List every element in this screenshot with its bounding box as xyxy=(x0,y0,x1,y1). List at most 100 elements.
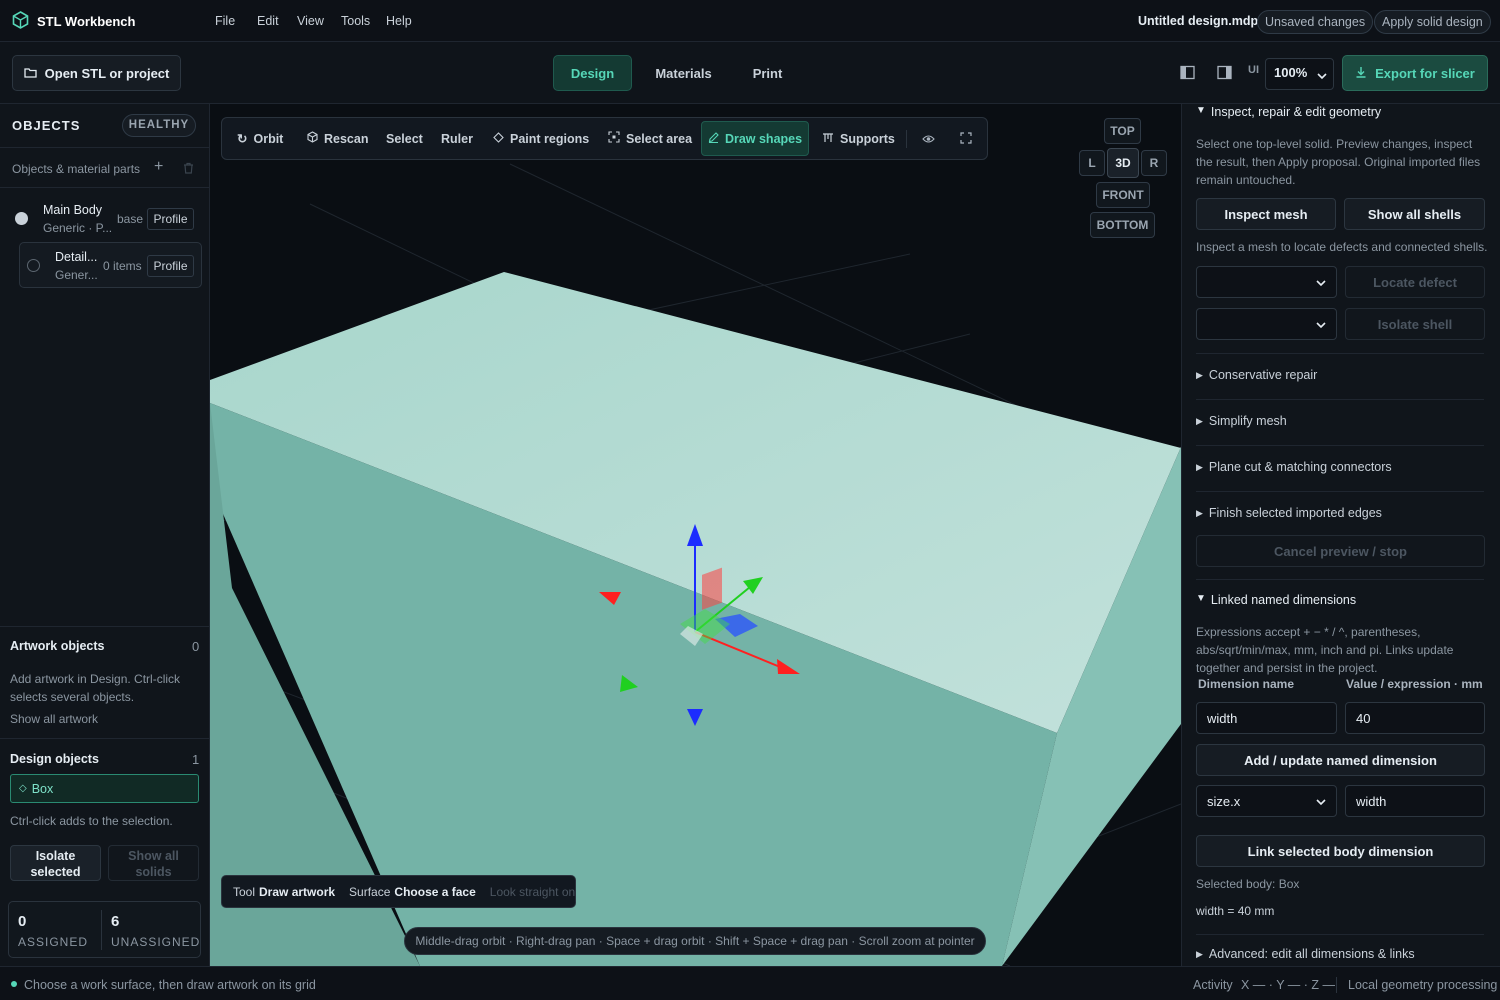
apply-solid-button[interactable]: Apply solid design xyxy=(1374,10,1491,34)
tool-ruler[interactable]: Ruler xyxy=(441,118,473,159)
tool-orbit[interactable]: ↻ Orbit xyxy=(237,118,283,159)
ui-zoom-select[interactable]: 100% xyxy=(1265,58,1334,90)
add-update-dimension-button[interactable]: Add / update named dimension xyxy=(1196,744,1485,776)
view-3d-button[interactable]: 3D xyxy=(1107,148,1139,178)
cube-icon xyxy=(307,131,318,146)
section-finish-edges[interactable]: ▶ Finish selected imported edges xyxy=(1196,506,1382,520)
view-front-button[interactable]: FRONT xyxy=(1096,182,1150,208)
tool-supports[interactable]: Supports xyxy=(822,118,895,159)
section-advanced[interactable]: ▶ Advanced: edit all dimensions & links xyxy=(1196,947,1415,961)
locate-defect-button[interactable]: Locate defect xyxy=(1345,266,1485,298)
toggle-left-panel-icon[interactable] xyxy=(1180,65,1195,83)
tool-select[interactable]: Select xyxy=(386,118,423,159)
defect-select[interactable] xyxy=(1196,266,1337,298)
menu-view[interactable]: View xyxy=(297,14,324,28)
inspect-mesh-button[interactable]: Inspect mesh xyxy=(1196,198,1336,230)
inspect-title: Inspect, repair & edit geometry xyxy=(1210,105,1382,119)
shell-select[interactable] xyxy=(1196,308,1337,340)
tool-orbit-label: Orbit xyxy=(253,131,284,146)
linked-dimensions-header[interactable]: ▼ Linked named dimensions xyxy=(1196,593,1356,607)
inspect-section-header[interactable]: ▼ Inspect, repair & edit geometry xyxy=(1196,105,1381,119)
profile-button[interactable]: Profile xyxy=(147,208,194,230)
tool-rescan[interactable]: Rescan xyxy=(307,118,368,159)
col-dimension-name: Dimension name xyxy=(1198,677,1295,691)
isolate-shell-button[interactable]: Isolate shell xyxy=(1345,308,1485,340)
artwork-count: 0 xyxy=(192,639,200,654)
tool-rescan-label: Rescan xyxy=(324,131,369,146)
dimension-name-input[interactable]: width xyxy=(1196,702,1337,734)
profile-button[interactable]: Profile xyxy=(147,255,194,277)
divider xyxy=(1336,977,1337,993)
trash-icon[interactable] xyxy=(183,162,194,177)
menu-help[interactable]: Help xyxy=(386,14,412,28)
section-conservative-repair[interactable]: ▶ Conservative repair xyxy=(1196,368,1317,382)
link-dimension-select[interactable]: size.x xyxy=(1196,785,1337,817)
view-right-button[interactable]: R xyxy=(1141,150,1167,176)
triangle-right-icon: ▶ xyxy=(1196,415,1203,426)
section-label: Finish selected imported edges xyxy=(1208,506,1382,520)
link-body-dimension-button[interactable]: Link selected body dimension xyxy=(1196,835,1485,867)
scene-canvas[interactable] xyxy=(210,104,1181,966)
fullscreen-icon[interactable] xyxy=(960,132,972,147)
section-label: Simplify mesh xyxy=(1208,414,1287,428)
eye-icon[interactable] xyxy=(922,132,935,147)
tab-print[interactable]: Print xyxy=(740,55,795,91)
divider xyxy=(1196,579,1484,580)
export-slicer-button[interactable]: Export for slicer xyxy=(1342,55,1488,91)
object-row-main-body[interactable]: Main Body Generic · P... base Profile xyxy=(0,194,209,244)
link-target-value: width xyxy=(1356,793,1387,809)
width-equation: width = 40 mm xyxy=(1196,904,1275,918)
tool-paint-regions[interactable]: Paint regions xyxy=(493,118,589,159)
dimension-value-input[interactable]: 40 xyxy=(1345,702,1485,734)
paint-icon xyxy=(493,131,504,146)
view-left-button[interactable]: L xyxy=(1079,150,1105,176)
add-part-icon[interactable]: + xyxy=(154,158,163,176)
ui-zoom-value: 100% xyxy=(1274,65,1308,80)
open-stl-button[interactable]: Open STL or project xyxy=(12,55,181,91)
view-bottom-button[interactable]: BOTTOM xyxy=(1090,212,1155,238)
divider xyxy=(1196,491,1484,492)
unsaved-badge: Unsaved changes xyxy=(1257,10,1374,34)
cancel-preview-button[interactable]: Cancel preview / stop xyxy=(1196,535,1485,567)
assigned-label: ASSIGNED xyxy=(18,935,89,949)
menu-tools[interactable]: Tools xyxy=(341,14,370,28)
pencil-icon xyxy=(708,131,719,146)
assigned-count: 0 xyxy=(18,913,27,930)
section-simplify-mesh[interactable]: ▶ Simplify mesh xyxy=(1196,414,1287,428)
isolate-selected-button[interactable]: Isolate selected xyxy=(10,845,101,881)
local-processing-label: Local geometry processing xyxy=(1348,978,1498,992)
material-swatch xyxy=(27,259,40,272)
menu-file[interactable]: File xyxy=(215,14,235,28)
isolate-line1: Isolate xyxy=(35,849,76,863)
view-top-button[interactable]: TOP xyxy=(1104,118,1141,144)
material-swatch xyxy=(15,212,28,225)
design-item-box[interactable]: ◇ Box xyxy=(10,774,199,803)
show-all-artwork-link[interactable]: Show all artwork xyxy=(10,712,98,726)
unassigned-label: UNASSIGNED xyxy=(111,935,201,949)
health-badge: HEALTHY xyxy=(122,114,196,137)
object-row-detail[interactable]: Detail... Gener... 0 items Profile xyxy=(19,242,202,288)
status-message: Choose a work surface, then draw artwork… xyxy=(24,978,316,992)
show-all-shells-button[interactable]: Show all shells xyxy=(1344,198,1485,230)
object-tag: base xyxy=(117,212,144,226)
export-slicer-label: Export for slicer xyxy=(1375,65,1475,81)
artwork-help: Add artwork in Design. Ctrl-click select… xyxy=(10,672,181,704)
tab-materials[interactable]: Materials xyxy=(645,55,722,91)
section-plane-cut[interactable]: ▶ Plane cut & matching connectors xyxy=(1196,460,1392,474)
divider xyxy=(0,738,209,739)
divider xyxy=(1196,399,1484,400)
tool-select-area[interactable]: Select area xyxy=(608,118,692,159)
activity-link[interactable]: Activity xyxy=(1193,978,1233,992)
link-target-input[interactable]: width xyxy=(1345,785,1485,817)
toggle-right-panel-icon[interactable] xyxy=(1217,65,1232,83)
tab-design[interactable]: Design xyxy=(553,55,632,91)
tool-draw-shapes[interactable]: Draw shapes xyxy=(701,121,809,156)
objects-subheader: Objects & material parts + xyxy=(0,148,209,188)
3d-viewport[interactable] xyxy=(210,104,1181,966)
look-straight-button[interactable]: Look straight on xyxy=(490,885,575,899)
tool-status-bar: Tool Draw artwork Surface Choose a face … xyxy=(221,875,576,908)
menu-edit[interactable]: Edit xyxy=(257,14,279,28)
show-all-solids-button[interactable]: Show all solids xyxy=(108,845,199,881)
inspect-help: Inspect a mesh to locate defects and con… xyxy=(1196,240,1488,254)
divider xyxy=(1196,353,1484,354)
